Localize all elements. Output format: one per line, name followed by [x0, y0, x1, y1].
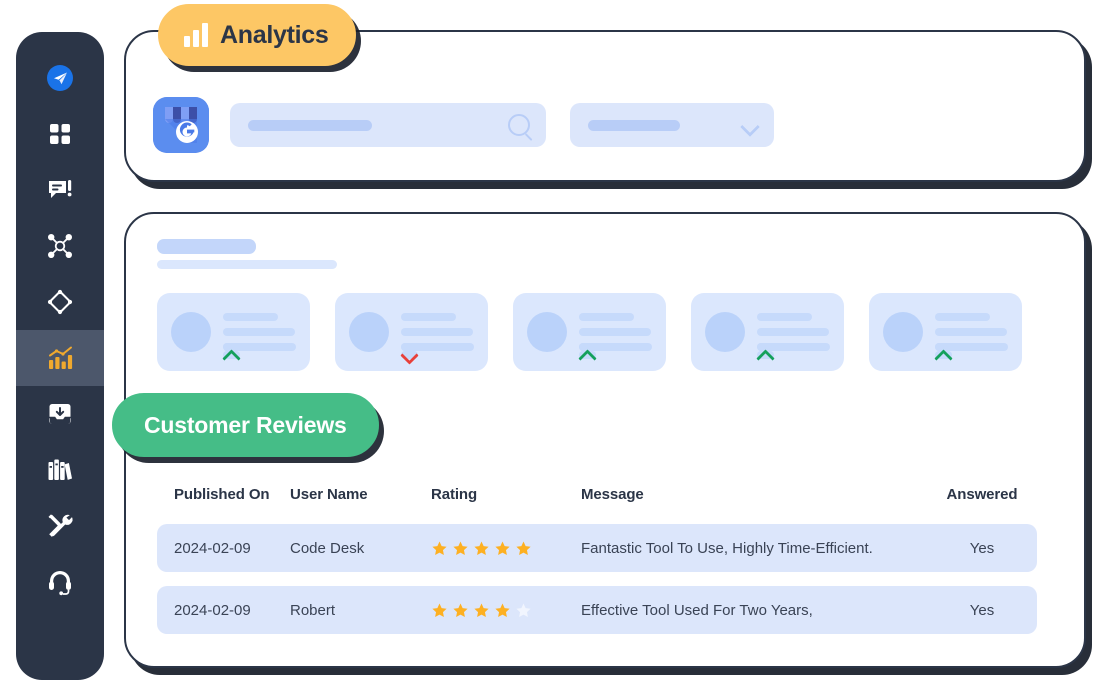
search-input-value [248, 119, 372, 131]
sidebar-nav-list [16, 32, 104, 610]
cell-published-on: 2024-02-09 [174, 601, 251, 619]
table-row[interactable]: 2024-02-09 Code Desk Fantastic Tool To U… [157, 524, 1037, 572]
stat-card[interactable] [335, 293, 488, 371]
paper-plane-icon [45, 63, 75, 93]
trend-down-icon [401, 351, 418, 359]
stat-cards-row [157, 293, 1022, 371]
library-books-icon [45, 455, 75, 485]
analytics-badge-label: Analytics [220, 20, 329, 49]
column-header-message: Message [581, 485, 644, 503]
stat-card[interactable] [513, 293, 666, 371]
app-root: Published On User Name Rating Message An… [0, 0, 1108, 700]
search-input[interactable] [230, 103, 546, 147]
star-icon [431, 540, 448, 557]
analytics-badge[interactable]: Analytics [158, 4, 357, 66]
trend-up-icon [579, 351, 596, 359]
headset-support-icon [45, 567, 75, 597]
star-icon [473, 540, 490, 557]
stat-lines [757, 313, 830, 359]
star-icon [452, 540, 469, 557]
table-row[interactable]: 2024-02-09 Robert Effective Tool Used Fo… [157, 586, 1037, 634]
sidebar-item-library[interactable] [16, 442, 104, 498]
cell-published-on: 2024-02-09 [174, 539, 251, 557]
stat-card[interactable] [691, 293, 844, 371]
stat-card[interactable] [157, 293, 310, 371]
section-subtitle-placeholder [157, 260, 337, 269]
sidebar-item-inbox[interactable] [16, 386, 104, 442]
star-icon [494, 540, 511, 557]
sidebar-item-targeting[interactable] [16, 274, 104, 330]
star-rating [431, 602, 581, 619]
stat-avatar [883, 312, 923, 352]
reviews-table: Published On User Name Rating Message An… [157, 478, 1037, 634]
bar-chart-icon [184, 23, 208, 47]
sidebar-item-network[interactable] [16, 218, 104, 274]
column-header-user-name: User Name [290, 485, 368, 503]
sidebar-item-send[interactable] [16, 50, 104, 106]
google-my-business-icon [153, 97, 209, 153]
tools-wrench-icon [45, 511, 75, 541]
cell-rating [431, 602, 581, 619]
cell-rating [431, 540, 581, 557]
cell-message: Fantastic Tool To Use, Highly Time-Effic… [581, 539, 873, 557]
chevron-down-icon [742, 117, 758, 133]
customer-reviews-badge-label: Customer Reviews [144, 411, 347, 438]
stat-card[interactable] [869, 293, 1022, 371]
search-icon[interactable] [508, 114, 530, 136]
cell-message: Effective Tool Used For Two Years, [581, 601, 813, 619]
network-nodes-icon [45, 231, 75, 261]
stat-lines [401, 313, 474, 359]
star-icon [494, 602, 511, 619]
trend-up-icon [757, 351, 774, 359]
inbox-download-icon [45, 399, 75, 429]
stat-avatar [527, 312, 567, 352]
star-rating [431, 540, 581, 557]
star-icon [431, 602, 448, 619]
cell-user-name: Code Desk [290, 539, 365, 557]
trend-up-icon [935, 351, 952, 359]
stat-lines [935, 313, 1008, 359]
star-icon [515, 540, 532, 557]
diamond-target-icon [45, 287, 75, 317]
customer-reviews-badge[interactable]: Customer Reviews [112, 393, 379, 457]
star-icon [515, 602, 532, 619]
filter-select[interactable] [570, 103, 774, 147]
sidebar [16, 32, 104, 680]
cell-answered: Yes [969, 601, 995, 619]
cell-user-name: Robert [290, 601, 336, 619]
stat-lines [223, 313, 296, 359]
dashboard-grid-icon [45, 119, 75, 149]
star-icon [452, 602, 469, 619]
sidebar-item-analytics[interactable] [16, 330, 104, 386]
sidebar-item-dashboard[interactable] [16, 106, 104, 162]
table-header-row: Published On User Name Rating Message An… [157, 478, 1037, 510]
stat-avatar [349, 312, 389, 352]
star-icon [473, 602, 490, 619]
sidebar-item-messages[interactable] [16, 162, 104, 218]
stat-lines [579, 313, 652, 359]
sidebar-item-tools[interactable] [16, 498, 104, 554]
stat-avatar [171, 312, 211, 352]
filter-select-value [588, 119, 680, 131]
stat-avatar [705, 312, 745, 352]
column-header-answered: Answered [946, 485, 1018, 503]
column-header-rating: Rating [431, 485, 478, 503]
cell-answered: Yes [969, 539, 995, 557]
analytics-chart-icon [45, 343, 75, 373]
sidebar-item-support[interactable] [16, 554, 104, 610]
chat-alert-icon [45, 175, 75, 205]
column-header-published-on: Published On [174, 485, 270, 503]
trend-up-icon [223, 351, 240, 359]
section-title-placeholder [157, 239, 256, 254]
